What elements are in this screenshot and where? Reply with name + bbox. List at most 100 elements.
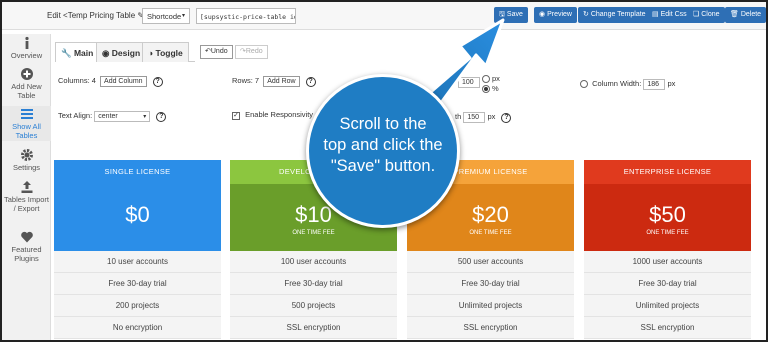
tab-main[interactable]: 🔧 Main [55,42,100,62]
plus-circle-icon [20,68,33,80]
eye-icon: ◉ [102,48,110,58]
shortcode-field[interactable]: [supsystic-price-table id=8] [196,8,296,24]
plan-name: ENTERPRISE LICENSE [584,160,751,184]
plan-column[interactable]: SINGLE LICENSE $0 10 user accounts Free … [54,160,221,342]
edit-prefix: Edit [47,11,61,20]
plan-feature: 1000 user accounts [584,251,751,273]
text-align-select[interactable]: center ▾ [94,111,151,122]
column-width-label: Column Width: [592,79,642,88]
plan-feature: 100 user accounts [230,251,397,273]
min-width-unit: px [487,112,496,121]
plan-feature: Free 30-day trial [584,273,751,295]
add-row-button[interactable]: Add Row [263,76,300,87]
clone-label: Clone [701,11,720,18]
unit-px-radio[interactable] [482,75,490,84]
list-icon [20,109,33,119]
plan-feature: 500 user accounts [407,251,574,273]
change-template-button[interactable]: ↻ Change Template [578,7,651,23]
clone-icon: ❏ [693,11,700,18]
heart-icon [20,231,33,243]
plan-column[interactable]: ENTERPRISE LICENSE $50 ONE TIME FEE 1000… [584,160,751,342]
change-template-label: Change Template [590,11,646,18]
edit-title: Edit <Temp Pricing Table ✎ » [47,11,151,20]
sidebar-item-label: Add New Table [11,82,42,100]
sidebar-item-import-export[interactable]: Tables Import / Export [2,180,51,213]
plan-feature: Free 30-day trial [407,273,574,295]
plan-feature: 500 projects [230,295,397,317]
sidebar-item-add-new-table[interactable]: Add New Table [2,67,51,100]
unit-px-option[interactable]: px [482,74,500,84]
floppy-icon: 🖫 [499,11,505,18]
min-width-input[interactable]: 150 [463,112,486,123]
redo-button[interactable]: ↷Redo [235,45,268,59]
clone-button[interactable]: ❏ Clone [688,7,725,23]
columns-label: Columns: 4 [58,76,96,85]
plan-price: $50 [649,202,686,227]
plan-name: SINGLE LICENSE [54,160,221,184]
column-width-input[interactable]: 186 [643,79,666,90]
unit-pct-radio[interactable] [482,85,490,94]
plan-feature: 200 projects [54,295,221,317]
sidebar: Overview Add New Table Show All Tables S… [2,34,51,340]
sidebar-item-featured-plugins[interactable]: Featured Plugins [2,230,51,263]
column-width-unit: px [667,79,676,88]
help-icon[interactable]: ? [501,113,512,123]
sidebar-item-label: Overview [10,51,43,60]
delete-button[interactable]: 🗑 Delete [725,7,767,23]
add-column-button[interactable]: Add Column [100,76,147,87]
plan-feature: Free 30-day trial [54,273,221,295]
tab-design-label: Design [111,48,141,58]
unit-pct-label: % [492,84,499,93]
undo-label: Undo [210,48,228,55]
plan-feature: No encryption [54,317,221,339]
code-icon: ▤ [652,11,659,18]
text-align-setting: Text Align: center ▾ ? [58,111,167,122]
table-width-input[interactable]: 100 [458,77,480,88]
responsivity-checkbox[interactable]: ✓ [232,112,240,120]
chevron-down-icon: ▾ [181,13,185,19]
shortcode-select-value: Shortcode [147,12,182,21]
sidebar-item-label: Featured Plugins [11,245,42,263]
rows-label: Rows: 7 [232,76,260,85]
plan-price: $0 [125,202,150,227]
tab-toggle[interactable]: ◑ Toggle [142,42,189,62]
table-name[interactable]: <Temp Pricing Table [63,11,135,20]
help-icon[interactable]: ? [305,77,316,87]
help-icon[interactable]: ? [152,77,163,87]
unit-px-label: px [492,74,500,83]
trash-icon: 🗑 [730,11,739,18]
tab-toggle-label: Toggle [155,48,183,58]
plan-feature: Unlimited projects [407,295,574,317]
preview-button[interactable]: ◉ Preview [534,7,577,23]
tab-design[interactable]: ◉ Design [96,42,147,62]
table-width-setting: 100 [458,77,480,88]
unit-pct-option[interactable]: % [482,84,500,94]
rows-setting: Rows: 7 Add Row ? [232,76,316,87]
plan-fee: ONE TIME FEE [469,230,512,236]
text-align-value: center [98,113,118,120]
plan-feature: 10 user accounts [54,251,221,273]
editor-tabs: 🔧 Main ◉ Design ◑ Toggle [55,42,195,62]
plan-fee: ONE TIME FEE [646,230,689,236]
top-toolbar: Edit <Temp Pricing Table ✎ » Shortcode ▾… [2,2,767,30]
shortcode-select[interactable]: Shortcode ▾ [142,8,190,24]
undo-button[interactable]: ↶Undo [200,45,233,59]
tab-main-label: Main [73,48,94,58]
upload-icon [21,181,32,193]
sidebar-item-label: Settings [12,163,41,172]
sidebar-item-overview[interactable]: Overview [2,36,51,60]
help-icon[interactable]: ? [156,112,167,122]
responsivity-label: Enable Responsivity [245,110,314,119]
sidebar-item-show-all-tables[interactable]: Show All Tables [2,106,51,141]
sidebar-item-settings[interactable]: Settings [2,148,51,172]
edit-css-button[interactable]: ▤ Edit Css [647,7,692,23]
plan-feature: Unlimited projects [584,295,751,317]
save-button[interactable]: 🖫 Save [494,7,528,23]
toggle-icon: ◑ [148,48,154,58]
text-align-label: Text Align: [58,111,93,120]
info-icon [24,36,29,49]
sidebar-item-label: Show All Tables [12,122,41,140]
save-button-label: Save [506,11,523,18]
column-width-radio[interactable] [580,80,588,89]
plan-price-block: $0 [54,184,221,251]
